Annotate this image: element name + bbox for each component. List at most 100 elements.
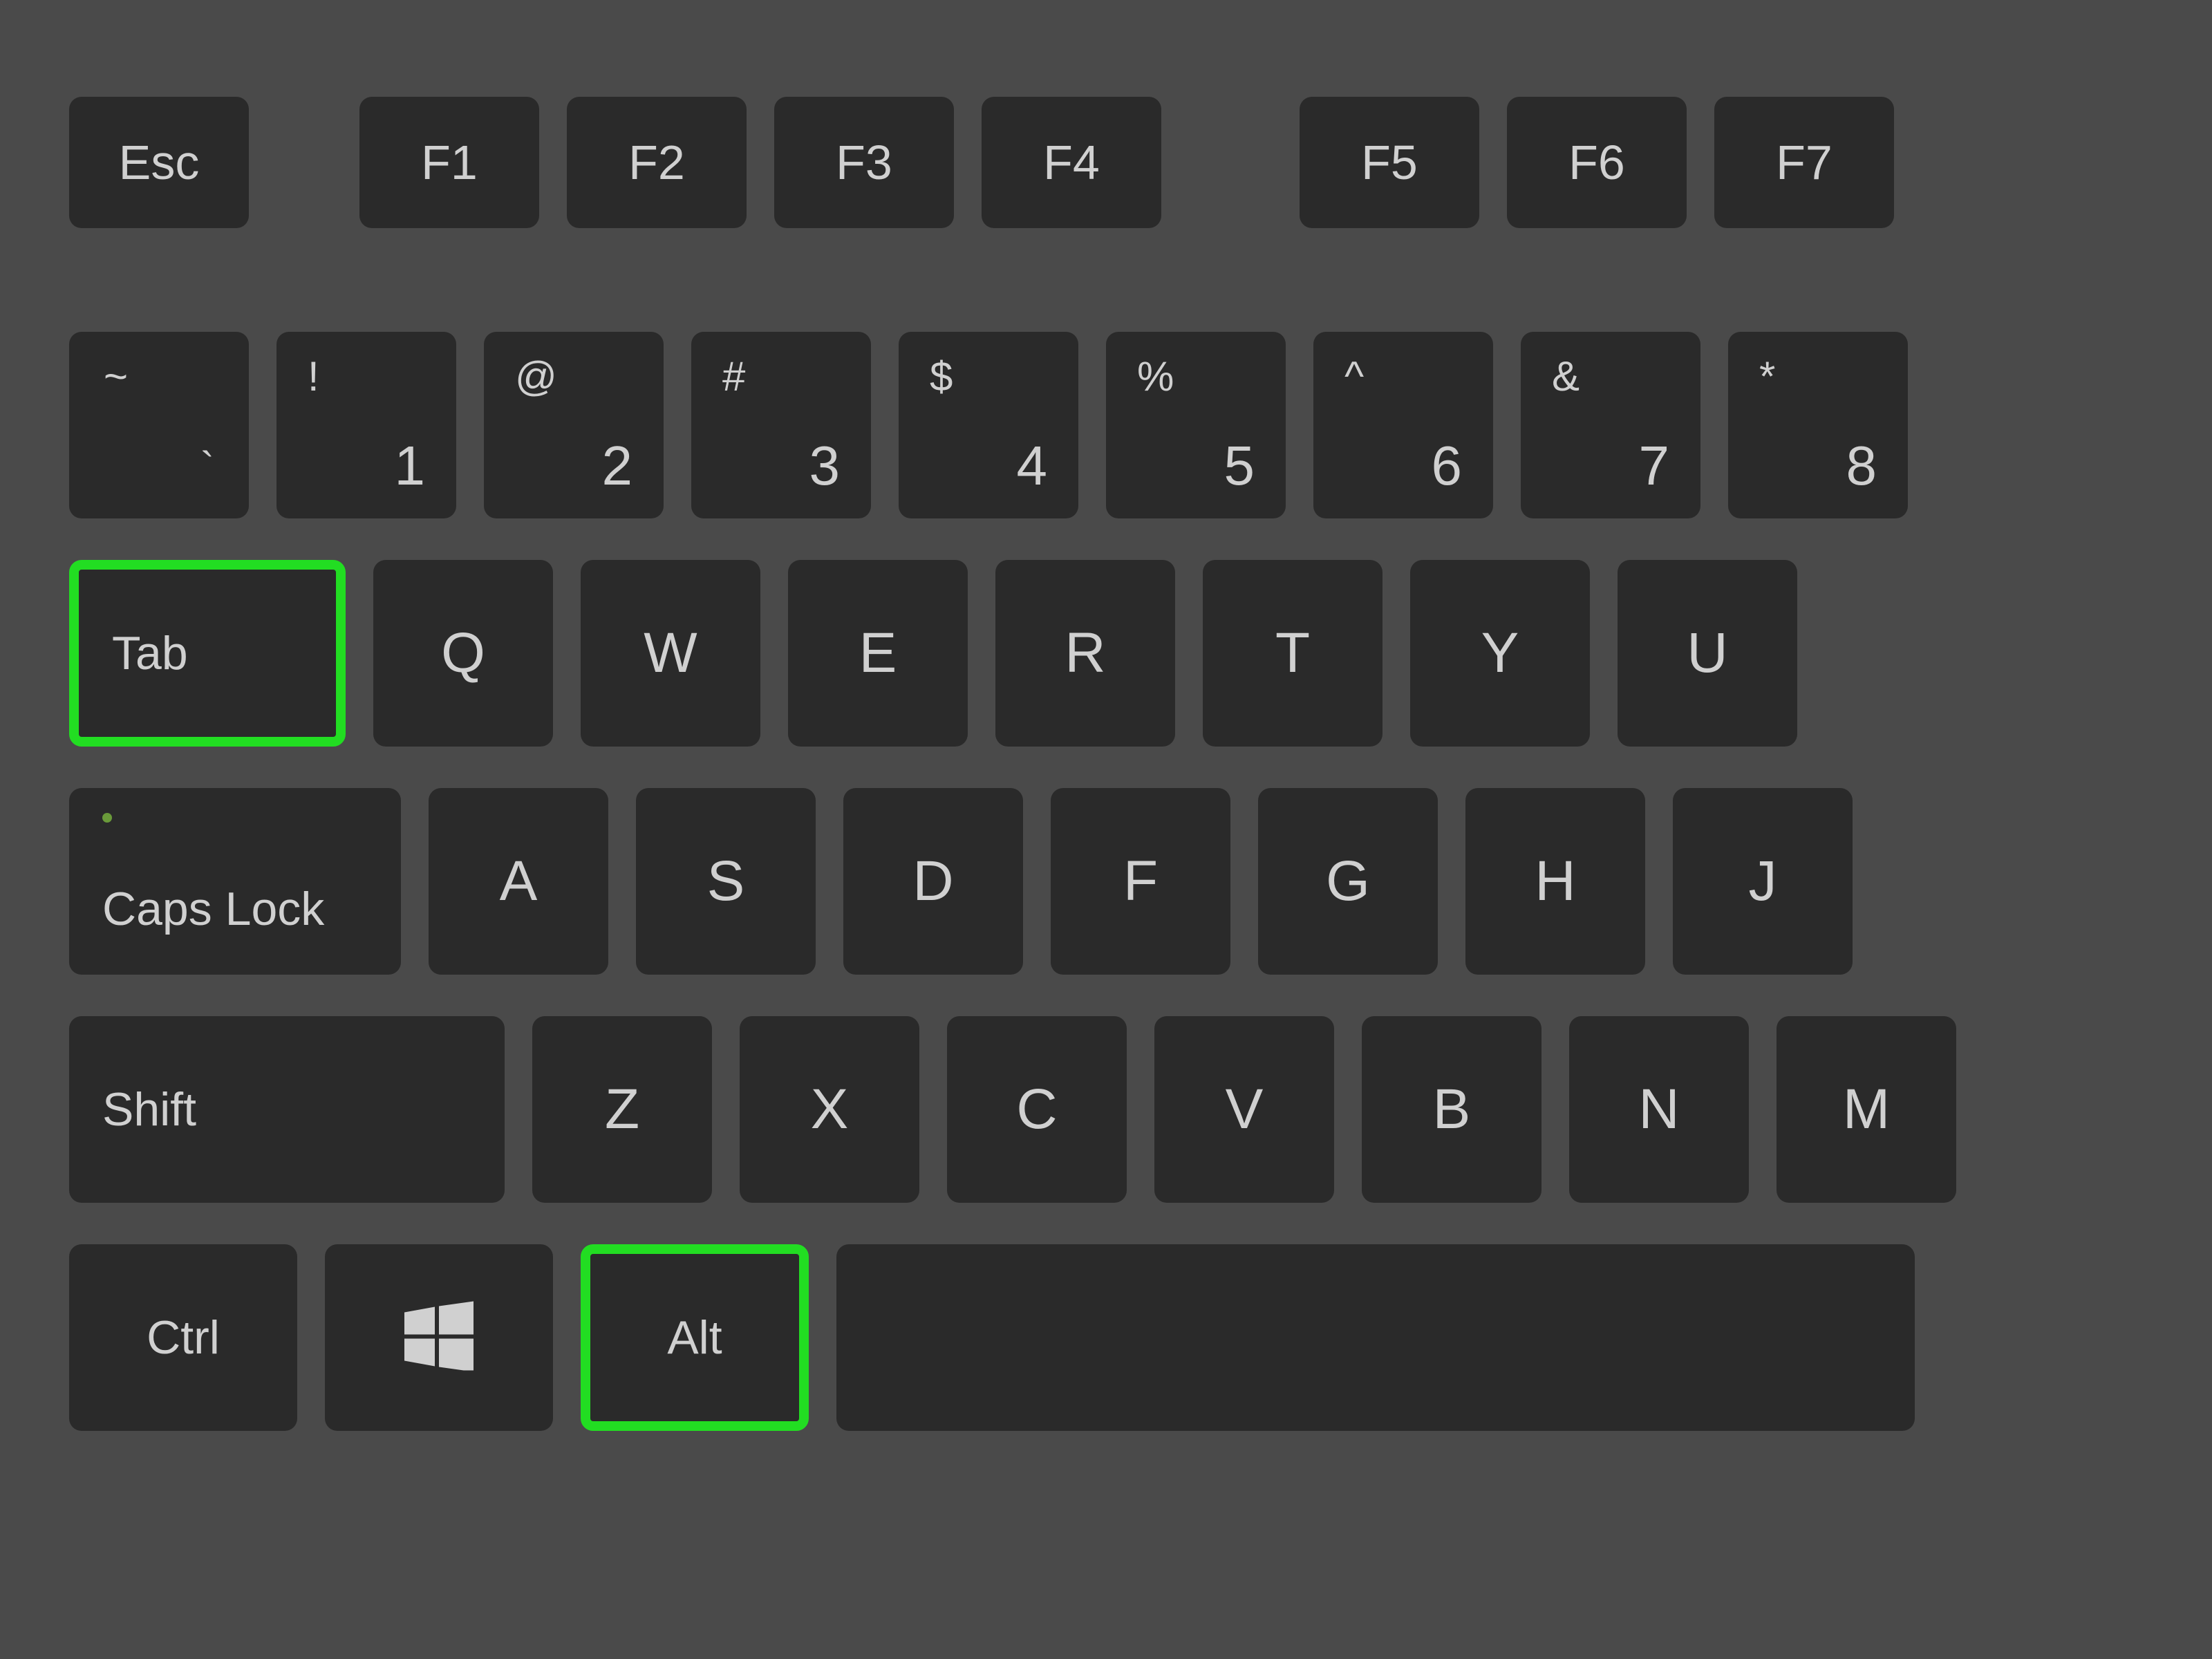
x-key[interactable]: X xyxy=(740,1016,919,1203)
t-key[interactable]: T xyxy=(1203,560,1382,747)
f4-label: F4 xyxy=(1043,135,1100,190)
f-key[interactable]: F xyxy=(1051,788,1230,975)
q-key[interactable]: Q xyxy=(373,560,553,747)
alt-key[interactable]: Alt xyxy=(581,1244,809,1431)
u-label: U xyxy=(1687,621,1727,686)
z-key[interactable]: Z xyxy=(532,1016,712,1203)
h-label: H xyxy=(1535,849,1575,914)
num-3-top: # xyxy=(722,353,745,400)
f4-key[interactable]: F4 xyxy=(982,97,1161,228)
m-label: M xyxy=(1843,1077,1890,1142)
spacebar-key[interactable] xyxy=(836,1244,1915,1431)
keyboard: Esc F1 F2 F3 F4 F5 F6 F7 ~ ` ! 1 @ 2 # 3… xyxy=(0,0,2212,1659)
m-key[interactable]: M xyxy=(1777,1016,1956,1203)
num-3-key[interactable]: # 3 xyxy=(691,332,871,518)
tilde-bottom-label: ` xyxy=(200,443,214,491)
caps-lock-led-icon xyxy=(102,813,112,823)
f-label: F xyxy=(1123,849,1158,914)
s-label: S xyxy=(707,849,745,914)
num-5-key[interactable]: % 5 xyxy=(1106,332,1286,518)
f7-key[interactable]: F7 xyxy=(1714,97,1894,228)
f1-label: F1 xyxy=(421,135,478,190)
num-2-bottom: 2 xyxy=(602,434,633,498)
r-key[interactable]: R xyxy=(995,560,1175,747)
caps-lock-key[interactable]: Caps Lock xyxy=(69,788,401,975)
c-label: C xyxy=(1016,1077,1057,1142)
f6-key[interactable]: F6 xyxy=(1507,97,1687,228)
num-6-top: ^ xyxy=(1344,353,1364,400)
a-key[interactable]: A xyxy=(429,788,608,975)
num-2-key[interactable]: @ 2 xyxy=(484,332,664,518)
esc-key[interactable]: Esc xyxy=(69,97,249,228)
num-5-bottom: 5 xyxy=(1224,434,1255,498)
shift-key[interactable]: Shift xyxy=(69,1016,505,1203)
j-key[interactable]: J xyxy=(1673,788,1853,975)
r-label: R xyxy=(1065,621,1105,686)
num-6-key[interactable]: ^ 6 xyxy=(1313,332,1493,518)
v-key[interactable]: V xyxy=(1154,1016,1334,1203)
num-2-top: @ xyxy=(515,353,557,400)
f3-key[interactable]: F3 xyxy=(774,97,954,228)
num-1-top: ! xyxy=(308,353,319,400)
num-6-bottom: 6 xyxy=(1432,434,1463,498)
ctrl-label: Ctrl xyxy=(147,1311,220,1365)
num-4-key[interactable]: $ 4 xyxy=(899,332,1078,518)
num-7-bottom: 7 xyxy=(1639,434,1670,498)
j-label: J xyxy=(1749,849,1777,914)
f3-label: F3 xyxy=(836,135,892,190)
v-label: V xyxy=(1226,1077,1264,1142)
f5-label: F5 xyxy=(1361,135,1418,190)
d-label: D xyxy=(912,849,953,914)
f2-label: F2 xyxy=(628,135,685,190)
a-label: A xyxy=(500,849,538,914)
f7-label: F7 xyxy=(1776,135,1833,190)
y-key[interactable]: Y xyxy=(1410,560,1590,747)
tilde-key[interactable]: ~ ` xyxy=(69,332,249,518)
s-key[interactable]: S xyxy=(636,788,816,975)
b-label: B xyxy=(1433,1077,1471,1142)
num-4-bottom: 4 xyxy=(1017,434,1048,498)
c-key[interactable]: C xyxy=(947,1016,1127,1203)
q-label: Q xyxy=(441,621,485,686)
tab-key[interactable]: Tab xyxy=(69,560,346,747)
num-5-top: % xyxy=(1137,353,1174,400)
w-key[interactable]: W xyxy=(581,560,760,747)
h-key[interactable]: H xyxy=(1465,788,1645,975)
tilde-top-label: ~ xyxy=(104,353,128,400)
num-8-top: * xyxy=(1759,353,1775,400)
w-label: W xyxy=(644,621,697,686)
e-label: E xyxy=(859,621,897,686)
f6-label: F6 xyxy=(1568,135,1625,190)
ctrl-key[interactable]: Ctrl xyxy=(69,1244,297,1431)
y-label: Y xyxy=(1481,621,1519,686)
d-key[interactable]: D xyxy=(843,788,1023,975)
shift-label: Shift xyxy=(102,1082,196,1136)
z-label: Z xyxy=(605,1077,639,1142)
num-7-top: & xyxy=(1552,353,1580,400)
caps-lock-label: Caps Lock xyxy=(102,882,324,936)
g-key[interactable]: G xyxy=(1258,788,1438,975)
windows-key[interactable] xyxy=(325,1244,553,1431)
f1-key[interactable]: F1 xyxy=(359,97,539,228)
num-3-bottom: 3 xyxy=(809,434,841,498)
x-label: X xyxy=(811,1077,849,1142)
u-key[interactable]: U xyxy=(1618,560,1797,747)
f5-key[interactable]: F5 xyxy=(1300,97,1479,228)
b-key[interactable]: B xyxy=(1362,1016,1541,1203)
f2-key[interactable]: F2 xyxy=(567,97,747,228)
num-8-key[interactable]: * 8 xyxy=(1728,332,1908,518)
windows-icon xyxy=(404,1302,474,1374)
alt-label: Alt xyxy=(667,1311,722,1365)
esc-label: Esc xyxy=(119,135,200,190)
t-label: T xyxy=(1275,621,1310,686)
num-1-key[interactable]: ! 1 xyxy=(276,332,456,518)
tab-label: Tab xyxy=(112,626,188,680)
num-4-top: $ xyxy=(930,353,953,400)
num-1-bottom: 1 xyxy=(395,434,426,498)
n-label: N xyxy=(1638,1077,1679,1142)
num-8-bottom: 8 xyxy=(1846,434,1877,498)
g-label: G xyxy=(1326,849,1370,914)
e-key[interactable]: E xyxy=(788,560,968,747)
num-7-key[interactable]: & 7 xyxy=(1521,332,1700,518)
n-key[interactable]: N xyxy=(1569,1016,1749,1203)
